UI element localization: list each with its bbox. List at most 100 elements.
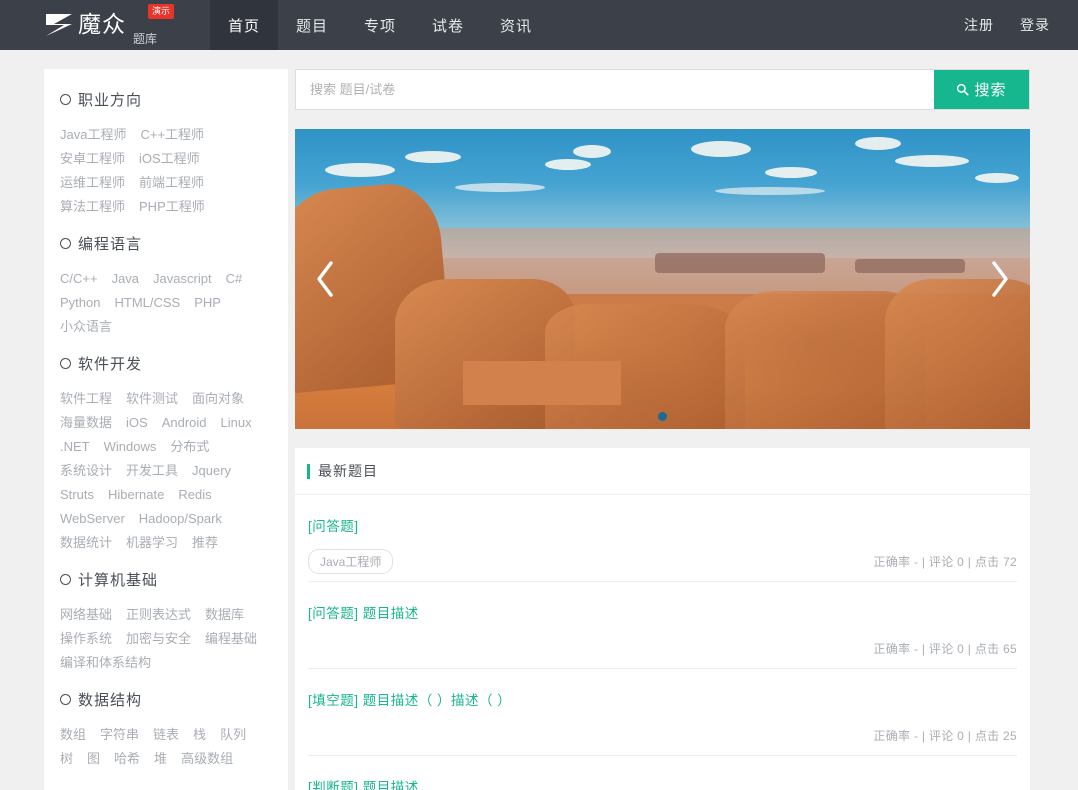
- nav-item-questions[interactable]: 题目: [278, 0, 346, 50]
- category-link[interactable]: iOS: [126, 411, 148, 435]
- category-links: 数组 字符串 链表 栈 队列 树 图 哈希 堆 高级数组: [60, 723, 272, 771]
- search-input[interactable]: [296, 70, 934, 109]
- category-link[interactable]: Struts: [60, 483, 94, 507]
- category-links: Java工程师 C++工程师 安卓工程师 iOS工程师 运维工程师 前端工程师 …: [60, 123, 272, 219]
- cloud-shape: [975, 173, 1019, 183]
- category-title: 计算机基础: [60, 569, 272, 590]
- cloud-shape: [691, 141, 751, 157]
- category-link[interactable]: 数组: [60, 723, 86, 747]
- category-link[interactable]: 机器学习: [126, 531, 178, 555]
- question-tag[interactable]: Java工程师: [308, 549, 394, 574]
- category-title-label: 计算机基础: [78, 572, 159, 589]
- account-actions: 注册 登录: [964, 0, 1078, 50]
- category-link[interactable]: 开发工具: [126, 459, 178, 483]
- ring-bullet-icon: [60, 358, 71, 369]
- category-link[interactable]: 面向对象: [192, 387, 244, 411]
- category-link[interactable]: 栈: [193, 723, 206, 747]
- category-link[interactable]: 队列: [220, 723, 246, 747]
- carousel-next-button[interactable]: [982, 254, 1018, 304]
- brand-subtitle: 题库: [133, 32, 158, 46]
- category-link[interactable]: 算法工程师: [60, 195, 125, 219]
- cloud-shape: [325, 163, 395, 177]
- category-link[interactable]: C/C++: [60, 267, 98, 291]
- category-link[interactable]: 系统设计: [60, 459, 112, 483]
- category-link[interactable]: 运维工程师: [60, 171, 125, 195]
- question-title-link[interactable]: [判断题] 题目描述: [308, 756, 1017, 790]
- category-link[interactable]: 编程基础: [205, 627, 257, 651]
- category-link[interactable]: 树: [60, 747, 73, 771]
- question-title-link[interactable]: [问答题]: [308, 495, 1017, 535]
- category-link[interactable]: 操作系统: [60, 627, 112, 651]
- nav-item-special[interactable]: 专项: [346, 0, 414, 50]
- cloud-shape: [855, 137, 901, 150]
- category-link[interactable]: 数据统计: [60, 531, 112, 555]
- category-link[interactable]: C++工程师: [140, 123, 204, 147]
- category-link[interactable]: 图: [87, 747, 100, 771]
- category-link[interactable]: Redis: [178, 483, 211, 507]
- category-link[interactable]: iOS工程师: [139, 147, 200, 171]
- question-stats: 正确率 - | 评论 0 | 点击 25: [873, 729, 1017, 743]
- category-link[interactable]: HTML/CSS: [114, 291, 180, 315]
- category-link[interactable]: Javascript: [153, 267, 212, 291]
- cloud-shape: [715, 187, 825, 195]
- category-link[interactable]: Windows: [104, 435, 157, 459]
- category-link[interactable]: Jquery: [192, 459, 231, 483]
- category-group-career: 职业方向 Java工程师 C++工程师 安卓工程师 iOS工程师 运维工程师 前…: [44, 89, 288, 219]
- category-link[interactable]: PHP工程师: [139, 195, 205, 219]
- category-link[interactable]: 正则表达式: [126, 603, 191, 627]
- ring-bullet-icon: [60, 94, 71, 105]
- question-meta: 正确率 - | 评论 0 | 点击 25: [308, 716, 1017, 756]
- category-link[interactable]: 安卓工程师: [60, 147, 125, 171]
- category-link[interactable]: .NET: [60, 435, 90, 459]
- category-link[interactable]: 软件测试: [126, 387, 178, 411]
- category-link[interactable]: Python: [60, 291, 100, 315]
- category-link[interactable]: 小众语言: [60, 315, 112, 339]
- category-link[interactable]: 网络基础: [60, 603, 112, 627]
- nav-item-news[interactable]: 资讯: [482, 0, 550, 50]
- category-title: 编程语言: [60, 233, 272, 254]
- search-button[interactable]: 搜索: [934, 70, 1029, 109]
- question-stats: 正确率 - | 评论 0 | 点击 65: [873, 642, 1017, 656]
- category-link[interactable]: Hibernate: [108, 483, 164, 507]
- category-link[interactable]: 前端工程师: [139, 171, 204, 195]
- category-link[interactable]: 数据库: [205, 603, 244, 627]
- question-list-item: [判断题] 题目描述: [295, 756, 1030, 790]
- nav-item-papers[interactable]: 试卷: [414, 0, 482, 50]
- category-link[interactable]: Hadoop/Spark: [139, 507, 222, 531]
- category-link[interactable]: WebServer: [60, 507, 125, 531]
- nav-item-home[interactable]: 首页: [210, 0, 278, 50]
- category-title-label: 软件开发: [78, 356, 143, 373]
- category-link[interactable]: Linux: [221, 411, 252, 435]
- category-link[interactable]: 海量数据: [60, 411, 112, 435]
- banner-carousel[interactable]: [295, 129, 1030, 429]
- ring-bullet-icon: [60, 694, 71, 705]
- category-link[interactable]: 链表: [153, 723, 179, 747]
- category-link[interactable]: Android: [162, 411, 207, 435]
- category-link[interactable]: 高级数组: [181, 747, 233, 771]
- category-link[interactable]: 分布式: [170, 435, 209, 459]
- question-list-item: [问答题] 题目描述 正确率 - | 评论 0 | 点击 65: [295, 582, 1030, 669]
- register-link[interactable]: 注册: [964, 15, 994, 35]
- brand-logo[interactable]: 魔众 题库 演示: [0, 0, 210, 50]
- category-link[interactable]: Java: [112, 267, 139, 291]
- category-link[interactable]: 加密与安全: [126, 627, 191, 651]
- question-title-link[interactable]: [问答题] 题目描述: [308, 582, 1017, 622]
- carousel-prev-button[interactable]: [307, 254, 343, 304]
- cloud-shape: [545, 159, 591, 170]
- category-link[interactable]: 堆: [154, 747, 167, 771]
- category-link[interactable]: 哈希: [114, 747, 140, 771]
- category-link[interactable]: 编译和体系结构: [60, 651, 151, 675]
- category-link[interactable]: 软件工程: [60, 387, 112, 411]
- category-group-data-structures: 数据结构 数组 字符串 链表 栈 队列 树 图 哈希 堆 高级数组: [44, 689, 288, 771]
- category-link[interactable]: PHP: [194, 291, 221, 315]
- cloud-shape: [573, 145, 611, 158]
- category-link[interactable]: C#: [226, 267, 243, 291]
- carousel-dot[interactable]: [658, 412, 667, 421]
- question-title-link[interactable]: [填空题] 题目描述（ ）描述（ ）: [308, 669, 1017, 709]
- category-link[interactable]: 字符串: [100, 723, 139, 747]
- login-link[interactable]: 登录: [1020, 15, 1050, 35]
- category-link[interactable]: 推荐: [192, 531, 218, 555]
- page-body: 职业方向 Java工程师 C++工程师 安卓工程师 iOS工程师 运维工程师 前…: [0, 50, 1078, 790]
- category-link[interactable]: Java工程师: [60, 123, 126, 147]
- banner-overlay-box: [463, 361, 621, 405]
